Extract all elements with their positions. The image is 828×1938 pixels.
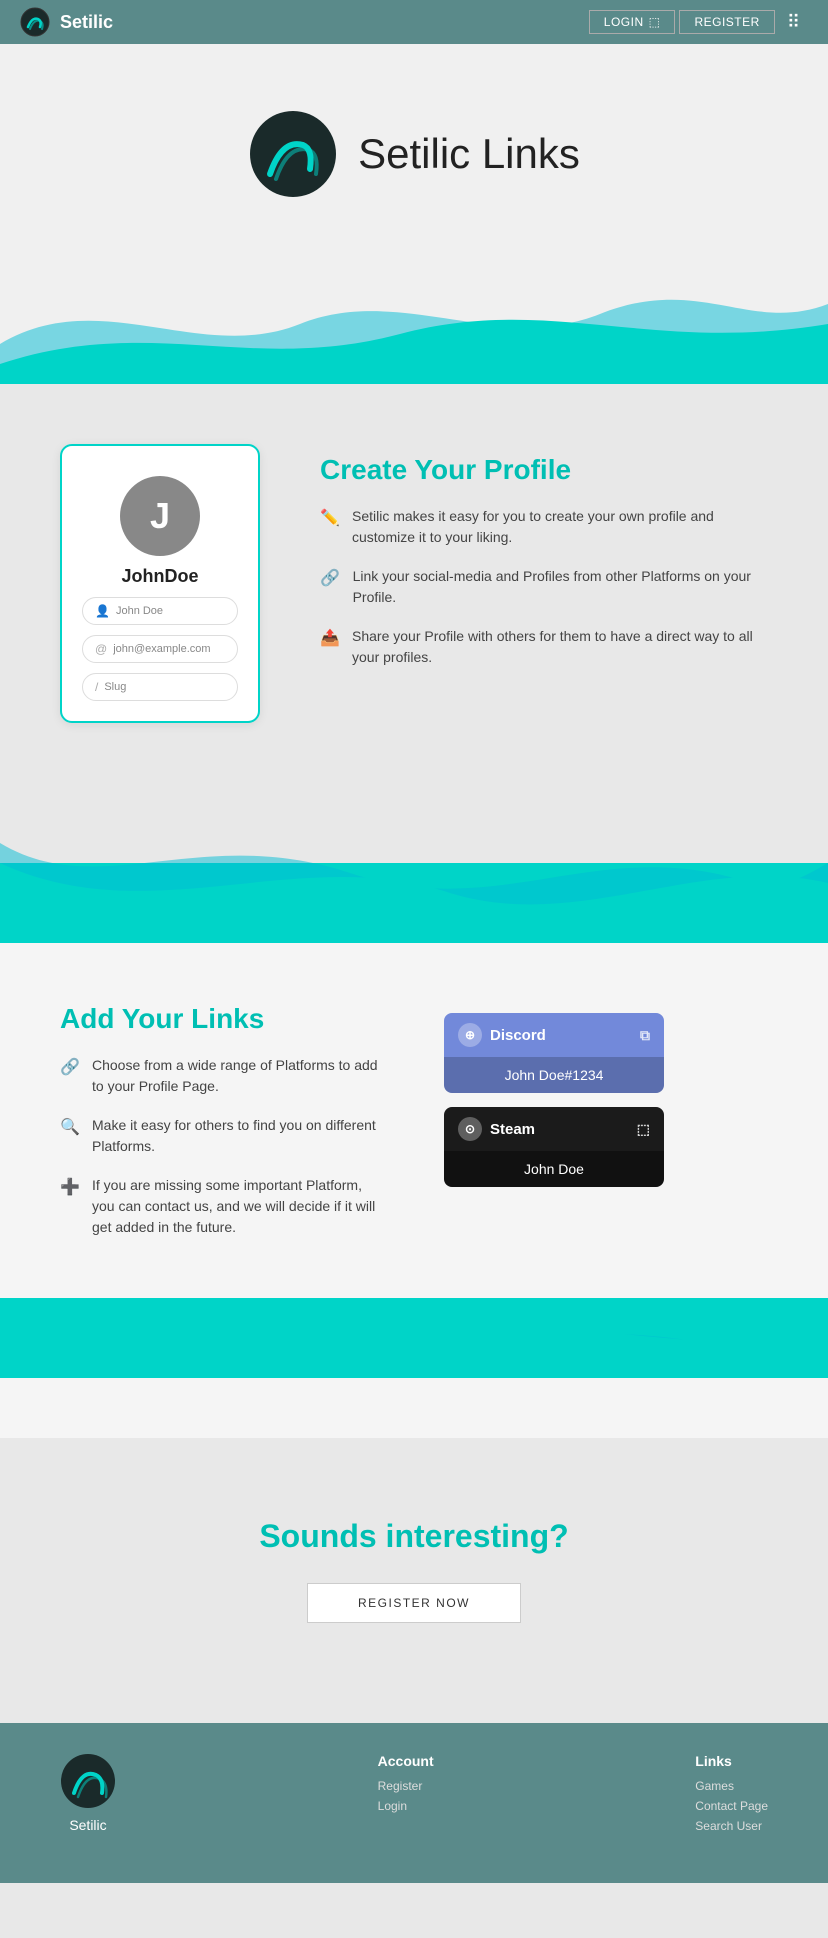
links-info: Add Your Links 🔗 Choose from a wide rang… <box>60 1003 384 1238</box>
wave-svg-1 <box>0 264 828 384</box>
steam-header: ⊙ Steam ⬚ <box>444 1107 664 1151</box>
footer-logo-icon <box>60 1753 116 1809</box>
links-feature-text-1: Choose from a wide range of Platforms to… <box>92 1055 384 1097</box>
links-feature-text-2: Make it easy for others to find you on d… <box>92 1115 384 1157</box>
hero-logo-icon <box>248 109 338 199</box>
navbar-logo-icon <box>20 7 50 37</box>
links-section-title: Add Your Links <box>60 1003 384 1035</box>
footer-account-col: Account Register Login <box>378 1753 434 1813</box>
cta-register-button[interactable]: REGISTER NOW <box>307 1583 521 1623</box>
links-link-icon: 🔗 <box>60 1057 78 1077</box>
footer-brand-label: Setilic <box>69 1817 106 1833</box>
profile-card: J JohnDoe 👤 John Doe @ john@example.com … <box>60 444 260 723</box>
slug-icon: / <box>95 680 98 694</box>
link-icon: 🔗 <box>320 568 339 588</box>
email-icon: @ <box>95 642 107 656</box>
footer-games-link[interactable]: Games <box>695 1779 768 1793</box>
login-button[interactable]: LOGIN ⬚ <box>589 10 676 34</box>
profile-field-slug: / Slug <box>82 673 238 701</box>
profile-section-title: Create Your Profile <box>320 454 768 486</box>
discord-header: ⊕ Discord ⧉ <box>444 1013 664 1057</box>
navbar: Setilic LOGIN ⬚ REGISTER ⠿ <box>0 0 828 44</box>
links-search-icon: 🔍 <box>60 1117 78 1137</box>
edit-icon: ✏️ <box>320 508 338 528</box>
discord-value: John Doe#1234 <box>444 1057 664 1093</box>
login-icon: ⬚ <box>649 15 661 29</box>
wave-divider-1 <box>0 264 828 384</box>
profile-section: J JohnDoe 👤 John Doe @ john@example.com … <box>0 384 828 803</box>
footer-brand: Setilic <box>60 1753 116 1833</box>
register-button[interactable]: REGISTER <box>679 10 774 34</box>
profile-field-name: 👤 John Doe <box>82 597 238 625</box>
feature-item-2: 🔗 Link your social-media and Profiles fr… <box>320 566 768 608</box>
discord-platform-name: Discord <box>490 1027 546 1044</box>
links-feature-2: 🔍 Make it easy for others to find you on… <box>60 1115 384 1157</box>
platform-cards: ⊕ Discord ⧉ John Doe#1234 ⊙ Steam ⬚ John… <box>444 1003 768 1187</box>
links-feature-3: ➕ If you are missing some important Plat… <box>60 1175 384 1238</box>
footer-links-col: Links Games Contact Page Search User <box>695 1753 768 1833</box>
steam-icon: ⊙ <box>458 1117 482 1141</box>
footer-account-title: Account <box>378 1753 434 1769</box>
links-feature-text-3: If you are missing some important Platfo… <box>92 1175 384 1238</box>
cta-button-label: REGISTER NOW <box>358 1596 470 1610</box>
footer-login-link[interactable]: Login <box>378 1799 434 1813</box>
register-label: REGISTER <box>694 15 759 29</box>
navbar-brand: Setilic <box>20 7 113 37</box>
links-features-list: 🔗 Choose from a wide range of Platforms … <box>60 1055 384 1238</box>
footer-links-title: Links <box>695 1753 768 1769</box>
footer-search-link[interactable]: Search User <box>695 1819 768 1833</box>
login-label: LOGIN <box>604 15 644 29</box>
links-feature-1: 🔗 Choose from a wide range of Platforms … <box>60 1055 384 1097</box>
wave-divider-2 <box>0 803 828 943</box>
hero-title: Setilic Links <box>358 130 580 178</box>
steam-external-icon[interactable]: ⬚ <box>637 1121 650 1138</box>
footer: Setilic Account Register Login Links Gam… <box>0 1723 828 1883</box>
links-section: Add Your Links 🔗 Choose from a wide rang… <box>0 943 828 1298</box>
steam-header-left: ⊙ Steam <box>458 1117 535 1141</box>
navbar-brand-label: Setilic <box>60 12 113 33</box>
hero-content: Setilic Links <box>248 109 580 199</box>
feature-text-1: Setilic makes it easy for you to create … <box>352 506 768 548</box>
profile-features-list: ✏️ Setilic makes it easy for you to crea… <box>320 506 768 668</box>
cta-title: Sounds interesting? <box>259 1518 568 1555</box>
field-name-value: John Doe <box>116 605 163 617</box>
share-icon: 📤 <box>320 628 338 648</box>
wave-svg-2 <box>0 803 828 943</box>
steam-card: ⊙ Steam ⬚ John Doe <box>444 1107 664 1187</box>
feature-text-3: Share your Profile with others for them … <box>352 626 768 668</box>
footer-register-link[interactable]: Register <box>378 1779 434 1793</box>
cta-section: Sounds interesting? REGISTER NOW <box>0 1438 828 1723</box>
field-email-value: john@example.com <box>113 643 210 655</box>
discord-card: ⊕ Discord ⧉ John Doe#1234 <box>444 1013 664 1093</box>
profile-username: JohnDoe <box>121 566 198 587</box>
hero-section: Setilic Links <box>0 44 828 264</box>
field-slug-value: Slug <box>104 681 126 693</box>
feature-text-2: Link your social-media and Profiles from… <box>353 566 768 608</box>
footer-contact-link[interactable]: Contact Page <box>695 1799 768 1813</box>
discord-header-left: ⊕ Discord <box>458 1023 546 1047</box>
profile-avatar: J <box>120 476 200 556</box>
feature-item-3: 📤 Share your Profile with others for the… <box>320 626 768 668</box>
steam-value: John Doe <box>444 1151 664 1187</box>
wave-divider-3 <box>0 1298 828 1438</box>
discord-copy-icon[interactable]: ⧉ <box>640 1027 650 1044</box>
navbar-actions: LOGIN ⬚ REGISTER ⠿ <box>589 8 808 37</box>
feature-item-1: ✏️ Setilic makes it easy for you to crea… <box>320 506 768 548</box>
links-plus-icon: ➕ <box>60 1177 78 1197</box>
profile-info: Create Your Profile ✏️ Setilic makes it … <box>320 444 768 668</box>
wave-svg-3 <box>0 1298 828 1438</box>
discord-icon: ⊕ <box>458 1023 482 1047</box>
profile-field-email: @ john@example.com <box>82 635 238 663</box>
person-icon: 👤 <box>95 604 110 618</box>
grid-icon[interactable]: ⠿ <box>779 8 808 37</box>
steam-platform-name: Steam <box>490 1121 535 1138</box>
